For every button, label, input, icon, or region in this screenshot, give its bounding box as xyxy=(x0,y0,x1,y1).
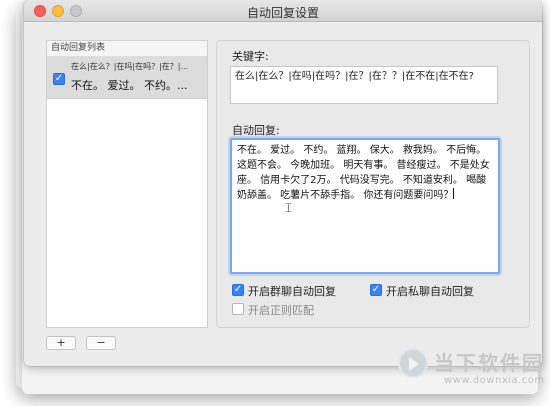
group-reply-checkbox[interactable]: ✓ xyxy=(232,284,244,296)
group-reply-label: 开启群聊自动回复 xyxy=(248,285,336,298)
reply-label: 自动回复: xyxy=(232,124,280,137)
remove-rule-button[interactable]: − xyxy=(86,336,116,350)
watermark-logo-icon xyxy=(398,348,428,378)
list-item-checkbox[interactable]: ✓ xyxy=(53,73,65,85)
window-title: 自动回复设置 xyxy=(246,6,319,20)
watermark-url: www.downxia.com xyxy=(444,375,545,386)
reply-textarea[interactable]: 不在。 爱过。 不约。 蓝翔。 保大。 救我妈。 不后悔。 这题不会。 今晚加班… xyxy=(230,138,500,274)
regex-match-option[interactable]: 开启正则匹配 xyxy=(232,302,314,318)
ibeam-cursor-icon: 𝙸 xyxy=(284,201,294,216)
private-reply-option[interactable]: ✓ 开启私聊自动回复 xyxy=(370,283,474,299)
watermark: 当下软件园 www.downxia.com xyxy=(398,344,548,394)
private-reply-checkbox[interactable]: ✓ xyxy=(370,284,382,296)
auto-reply-list: 自动回复列表 ✓ 在么|在么？|在吗|在吗？|在？|... 不在。 爱过。 不约… xyxy=(46,40,208,328)
list-item[interactable]: ✓ 在么|在么？|在吗|在吗？|在？|... 不在。 爱过。 不约。... xyxy=(47,57,207,99)
keyword-label: 关键字: xyxy=(232,50,269,63)
list-item-keyword: 在么|在么？|在吗|在吗？|在？|... xyxy=(71,62,189,71)
private-reply-label: 开启私聊自动回复 xyxy=(386,285,474,298)
watermark-brand: 当下软件园 xyxy=(434,351,544,375)
regex-match-checkbox[interactable] xyxy=(232,303,244,315)
group-reply-option[interactable]: ✓ 开启群聊自动回复 xyxy=(232,283,336,299)
text-caret xyxy=(453,188,455,199)
auto-reply-settings-window: 自动回复设置 自动回复列表 ✓ 在么|在么？|在吗|在吗？|在？|... 不在。… xyxy=(24,0,542,366)
list-item-reply: 不在。 爱过。 不约。... xyxy=(71,79,188,92)
keyword-input[interactable]: 在么|在么？|在吗|在吗？|在？|在？？|在不在|在不在? xyxy=(230,66,498,104)
title-bar[interactable]: 自动回复设置 xyxy=(24,0,542,22)
regex-match-label: 开启正则匹配 xyxy=(248,304,314,317)
reply-text: 不在。 爱过。 不约。 蓝翔。 保大。 救我妈。 不后悔。 这题不会。 今晚加班… xyxy=(237,145,490,201)
list-header: 自动回复列表 xyxy=(47,41,207,57)
add-rule-button[interactable]: + xyxy=(46,336,76,350)
